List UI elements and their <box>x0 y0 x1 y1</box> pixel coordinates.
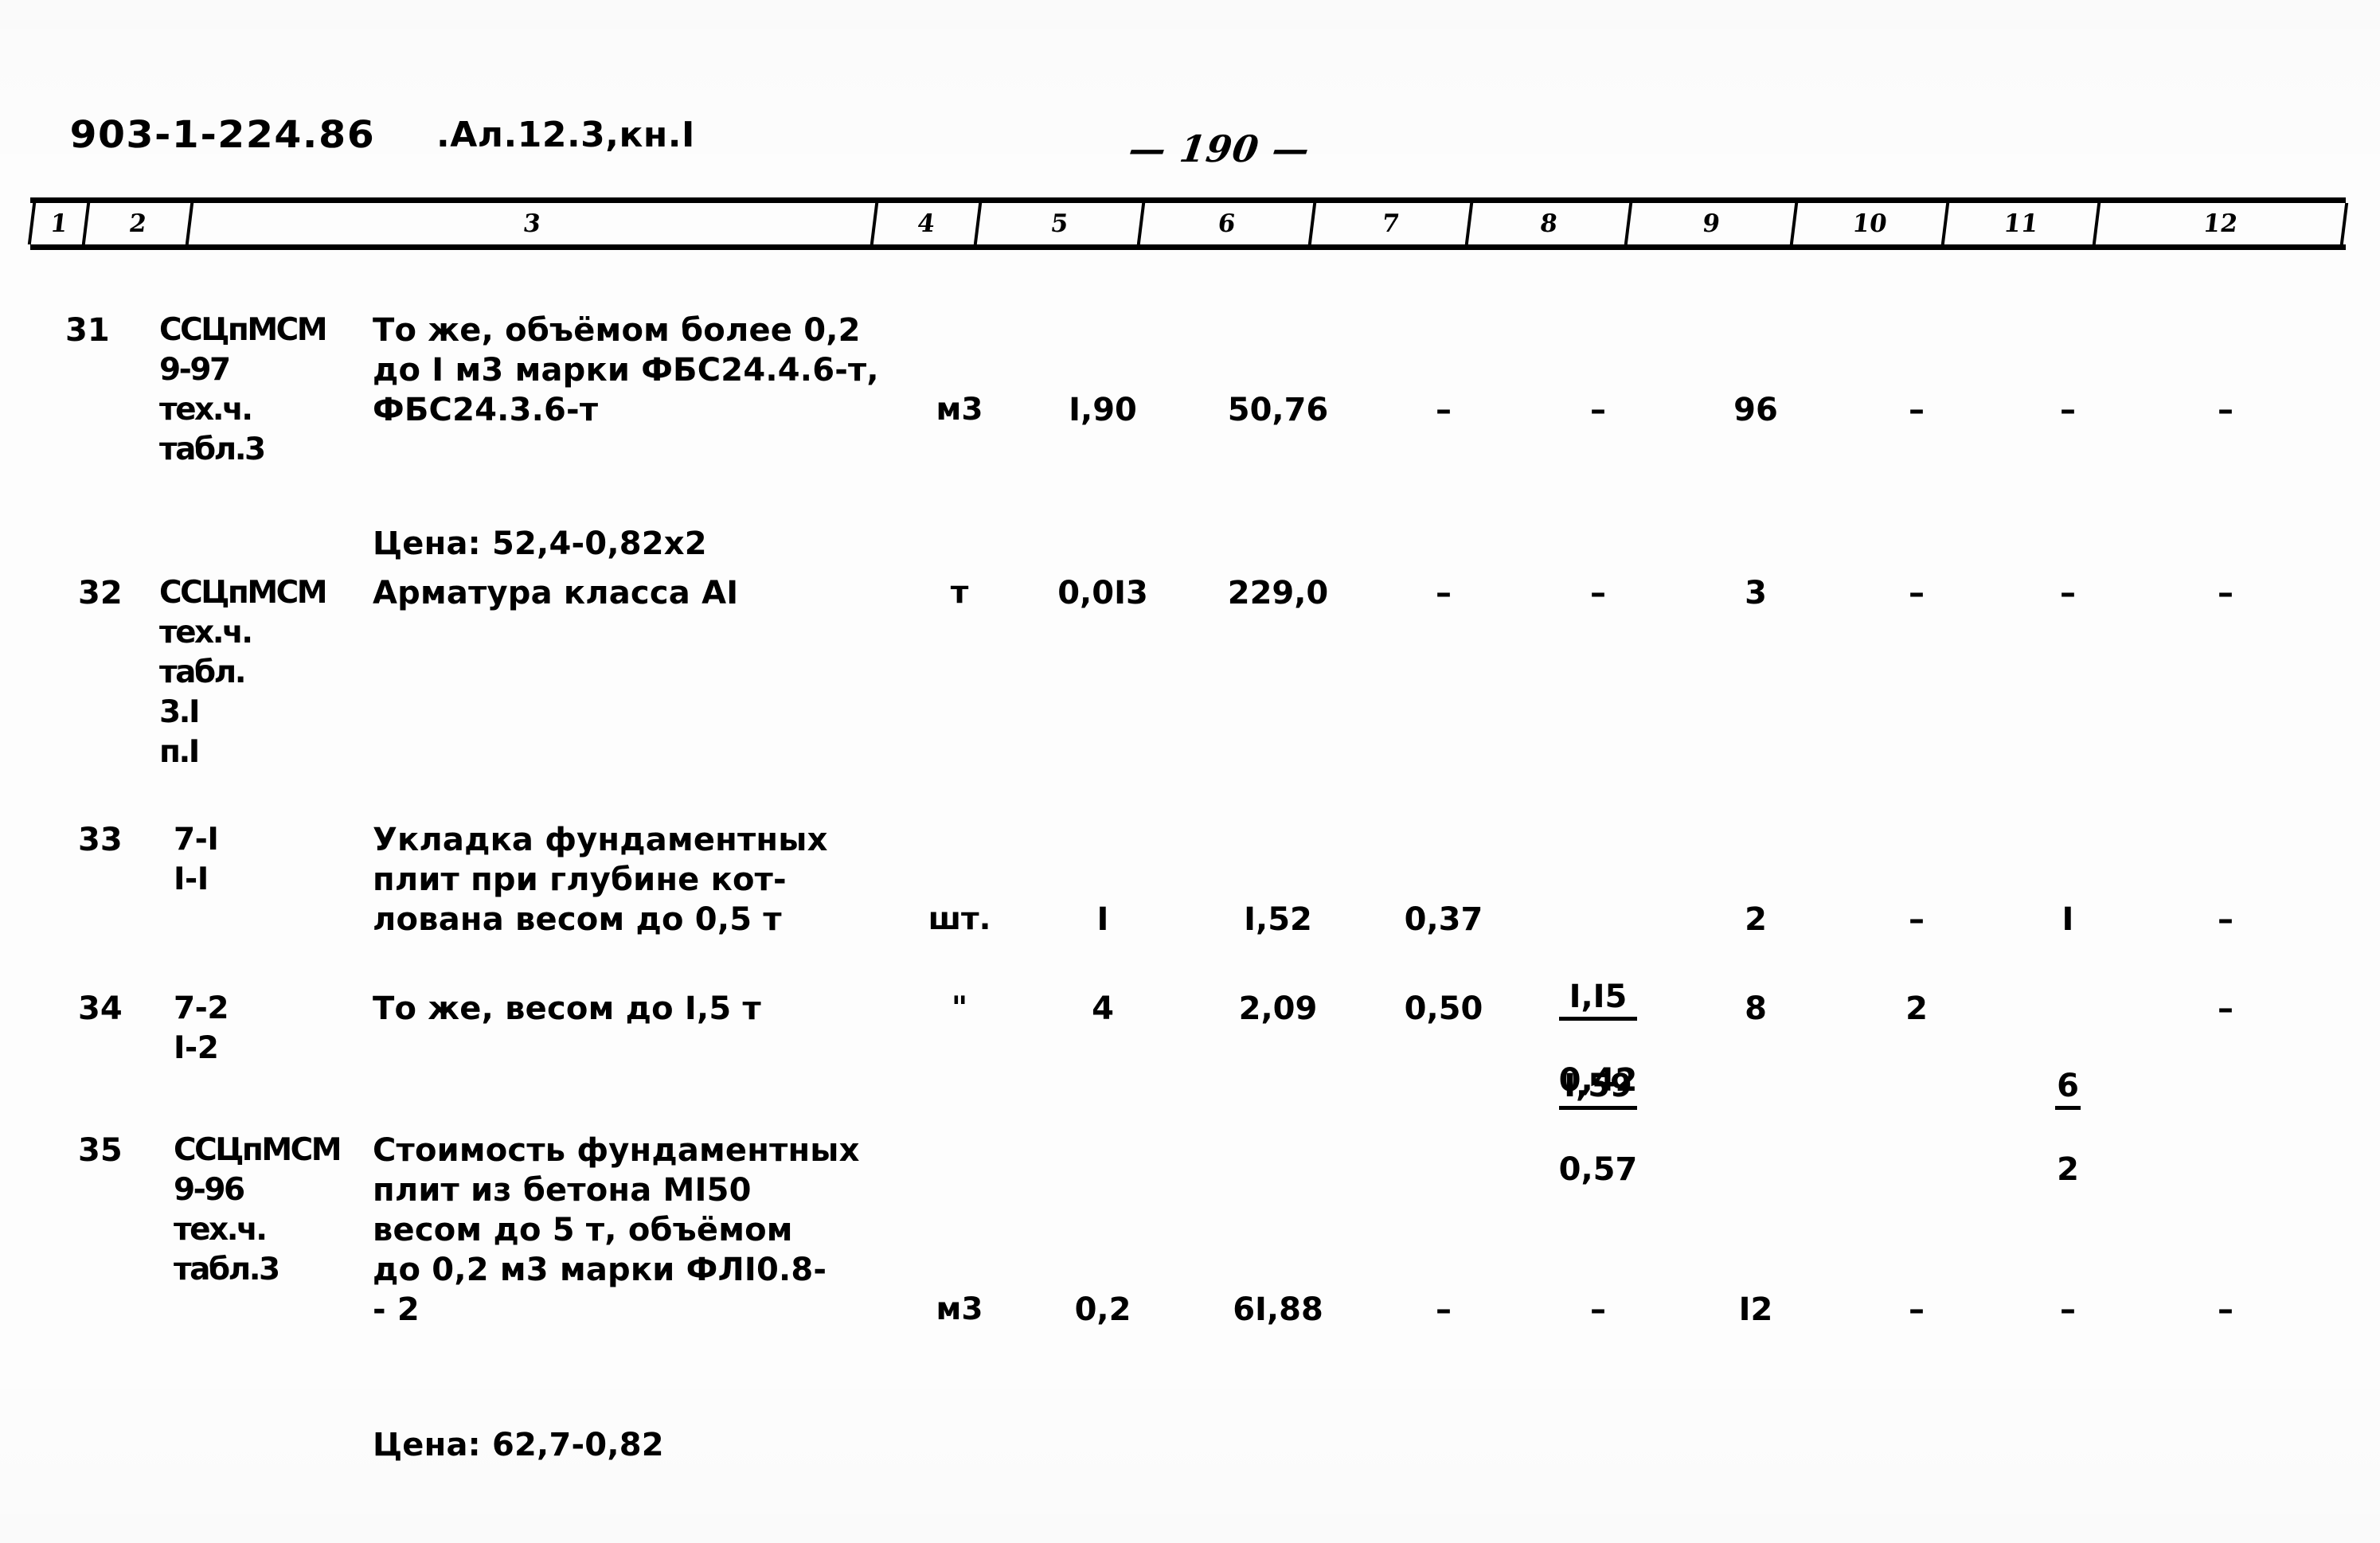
row-col9: 3 <box>1745 575 1767 611</box>
column-header-1: 1 <box>27 203 88 244</box>
row-code: ССЦпМСМ 9-96 тех.ч. табл.3 <box>174 1132 342 1287</box>
fraction-value: 6 2 <box>2055 1029 2081 1227</box>
row-col7: – <box>1436 392 1452 428</box>
row-col12: – <box>2218 392 2233 428</box>
row-col8: – <box>1590 575 1606 611</box>
row-col10: 2 <box>1905 990 1928 1027</box>
row-unit: м3 <box>936 392 983 428</box>
column-header-3: 3 <box>185 203 876 244</box>
row-col7: 0,37 <box>1404 901 1483 938</box>
row-col8: – <box>1590 392 1606 428</box>
row-col12: – <box>2218 1291 2233 1328</box>
column-header-11: 11 <box>1940 203 2098 244</box>
row-col6: 229,0 <box>1227 575 1329 611</box>
row-unit: м3 <box>936 1291 983 1327</box>
row-col5: 0,0I3 <box>1057 575 1148 611</box>
column-header-6: 6 <box>1136 203 1314 244</box>
row-col10: – <box>1909 392 1925 428</box>
column-header-10: 10 <box>1789 203 1947 244</box>
row-col11: – <box>2060 575 2076 611</box>
row-col7: – <box>1436 575 1452 611</box>
row-col6: I,52 <box>1244 901 1312 938</box>
column-header-2: 2 <box>81 203 191 244</box>
page-number: — 190 — <box>1126 127 1313 170</box>
row-col12: – <box>2218 990 2233 1027</box>
row-col5: 0,2 <box>1074 1291 1131 1328</box>
row-col5: 4 <box>1092 990 1114 1027</box>
column-header-8: 8 <box>1464 203 1630 244</box>
row-col10: – <box>1909 1291 1925 1328</box>
row-col10: – <box>1909 901 1925 938</box>
column-header-7: 7 <box>1307 203 1471 244</box>
column-header-9: 9 <box>1624 203 1796 244</box>
fraction-numerator: 6 <box>2055 1067 2081 1110</box>
row-description: Укладка фундаментных плит при глубине ко… <box>373 822 828 938</box>
row-price-note: Цена: 62,7-0,82 <box>373 1427 664 1463</box>
row-description: То же, весом до I,5 т <box>373 990 761 1027</box>
row-col5: I <box>1096 901 1109 938</box>
row-col12: – <box>2218 901 2233 938</box>
row-unit: " <box>951 990 968 1026</box>
column-header-12: 12 <box>2092 203 2349 244</box>
table-column-header: 1 2 3 4 5 6 7 8 9 10 11 12 <box>27 197 2349 250</box>
row-price-note: Цена: 52,4-0,82x2 <box>373 525 707 562</box>
row-col6: 6I,88 <box>1233 1291 1323 1328</box>
row-number: 33 <box>78 822 123 858</box>
row-col8: – <box>1590 1291 1606 1328</box>
fraction-value: I,59 0,57 <box>1558 1029 1638 1227</box>
row-number: 35 <box>78 1132 123 1169</box>
row-col9: I2 <box>1738 1291 1773 1328</box>
row-col7: 0,50 <box>1404 990 1483 1027</box>
row-code: 7-2 I-2 <box>174 990 229 1066</box>
row-number: 32 <box>78 575 123 611</box>
album-reference: .Ал.12.3,кн.I <box>436 115 695 155</box>
column-header-4: 4 <box>870 203 979 244</box>
row-col12: – <box>2218 575 2233 611</box>
row-col8: I,59 0,57 <box>1522 989 1674 1228</box>
fraction-denominator: 0,57 <box>1558 1151 1638 1188</box>
row-col11: – <box>2060 1291 2076 1328</box>
table-body: 31 ССЦпМСМ 9-97 тех.ч. табл.3 То же, объ… <box>0 263 2380 1505</box>
row-code: 7-I I-I <box>174 822 219 897</box>
column-header-5: 5 <box>973 203 1143 244</box>
row-col6: 50,76 <box>1227 392 1329 428</box>
row-unit: шт. <box>928 901 991 937</box>
row-col7: – <box>1436 1291 1452 1328</box>
row-col5: I,90 <box>1069 392 1137 428</box>
row-col6: 2,09 <box>1238 990 1318 1027</box>
row-unit: т <box>950 575 969 611</box>
row-description: Стоимость фундаментных плит из бетона МI… <box>373 1132 860 1328</box>
row-number: 34 <box>78 990 123 1027</box>
row-col9: 96 <box>1733 392 1778 428</box>
row-col9: 2 <box>1745 901 1767 938</box>
row-col11: – <box>2060 392 2076 428</box>
row-code: ССЦпМСМ тех.ч. табл. 3.I п.I <box>159 575 328 770</box>
fraction-denominator: 2 <box>2057 1151 2079 1188</box>
row-col11: I <box>2061 901 2074 938</box>
row-code: ССЦпМСМ 9-97 тех.ч. табл.3 <box>159 312 328 467</box>
row-col9: 8 <box>1745 990 1767 1027</box>
row-col10: – <box>1909 575 1925 611</box>
document-code: 903-1-224.86 <box>68 113 376 157</box>
row-number: 31 <box>65 312 110 349</box>
scanned-page: 903-1-224.86 .Ал.12.3,кн.I — 190 — 1 2 3… <box>0 0 2380 1543</box>
row-description: Арматура класса AI <box>373 575 739 611</box>
row-col11: 6 2 <box>1992 989 2144 1228</box>
fraction-numerator: I,59 <box>1558 1067 1638 1110</box>
row-description: То же, объёмом более 0,2 до I м3 марки Ф… <box>373 312 879 428</box>
